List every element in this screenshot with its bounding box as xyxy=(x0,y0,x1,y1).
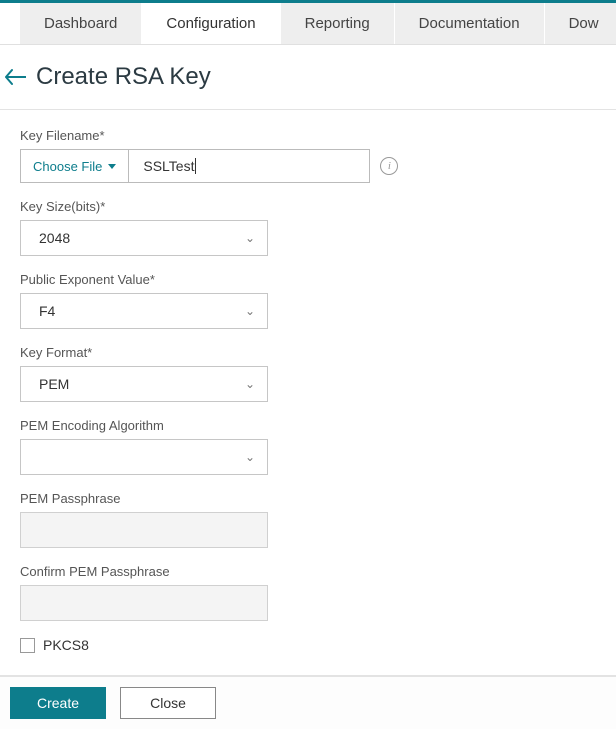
public-exponent-select[interactable]: F4 ⌄ xyxy=(20,293,268,329)
chevron-down-icon: ⌄ xyxy=(245,304,255,318)
key-format-select[interactable]: PEM ⌄ xyxy=(20,366,268,402)
pkcs8-checkbox[interactable] xyxy=(20,638,35,653)
field-pem-passphrase: PEM Passphrase xyxy=(20,491,596,548)
field-pkcs8: PKCS8 xyxy=(20,637,596,653)
public-exponent-value: F4 xyxy=(39,303,55,319)
chevron-down-icon: ⌄ xyxy=(245,450,255,464)
create-button[interactable]: Create xyxy=(10,687,106,719)
page-header: Create RSA Key xyxy=(0,45,616,109)
tab-documentation[interactable]: Documentation xyxy=(395,3,545,44)
key-size-label: Key Size(bits)* xyxy=(20,199,596,214)
key-format-label: Key Format* xyxy=(20,345,596,360)
pkcs8-label: PKCS8 xyxy=(43,637,89,653)
key-filename-combo: Choose File SSLTest xyxy=(20,149,370,183)
pem-encoding-select[interactable]: ⌄ xyxy=(20,439,268,475)
tab-configuration[interactable]: Configuration xyxy=(142,3,280,44)
field-public-exponent: Public Exponent Value* F4 ⌄ xyxy=(20,272,596,329)
nav-tabs: Dashboard Configuration Reporting Docume… xyxy=(0,3,616,45)
public-exponent-label: Public Exponent Value* xyxy=(20,272,596,287)
field-key-size: Key Size(bits)* 2048 ⌄ xyxy=(20,199,596,256)
chevron-down-icon xyxy=(108,164,116,169)
back-arrow-icon[interactable] xyxy=(4,68,26,86)
key-filename-input[interactable]: SSLTest xyxy=(129,150,369,182)
field-pem-encoding: PEM Encoding Algorithm ⌄ xyxy=(20,418,596,475)
tab-dashboard[interactable]: Dashboard xyxy=(20,3,142,44)
field-confirm-passphrase: Confirm PEM Passphrase xyxy=(20,564,596,621)
confirm-passphrase-input[interactable] xyxy=(20,585,268,621)
key-format-value: PEM xyxy=(39,376,69,392)
form-panel: Key Filename* Choose File SSLTest i Key … xyxy=(0,109,616,676)
key-size-select[interactable]: 2048 ⌄ xyxy=(20,220,268,256)
key-filename-value: SSLTest xyxy=(143,158,194,174)
text-cursor xyxy=(195,158,196,174)
tab-reporting[interactable]: Reporting xyxy=(281,3,395,44)
chevron-down-icon: ⌄ xyxy=(245,231,255,245)
footer-actions: Create Close xyxy=(0,676,616,729)
choose-file-button[interactable]: Choose File xyxy=(21,150,129,182)
chevron-down-icon: ⌄ xyxy=(245,377,255,391)
confirm-passphrase-label: Confirm PEM Passphrase xyxy=(20,564,596,579)
page-title: Create RSA Key xyxy=(36,63,211,91)
pem-passphrase-input[interactable] xyxy=(20,512,268,548)
info-icon[interactable]: i xyxy=(380,157,398,175)
close-button[interactable]: Close xyxy=(120,687,216,719)
key-size-value: 2048 xyxy=(39,230,70,246)
field-key-filename: Key Filename* Choose File SSLTest i xyxy=(20,128,596,183)
pem-encoding-label: PEM Encoding Algorithm xyxy=(20,418,596,433)
key-filename-label: Key Filename* xyxy=(20,128,596,143)
choose-file-label: Choose File xyxy=(33,159,102,174)
pem-passphrase-label: PEM Passphrase xyxy=(20,491,596,506)
tab-downloads[interactable]: Dow xyxy=(545,3,616,44)
field-key-format: Key Format* PEM ⌄ xyxy=(20,345,596,402)
